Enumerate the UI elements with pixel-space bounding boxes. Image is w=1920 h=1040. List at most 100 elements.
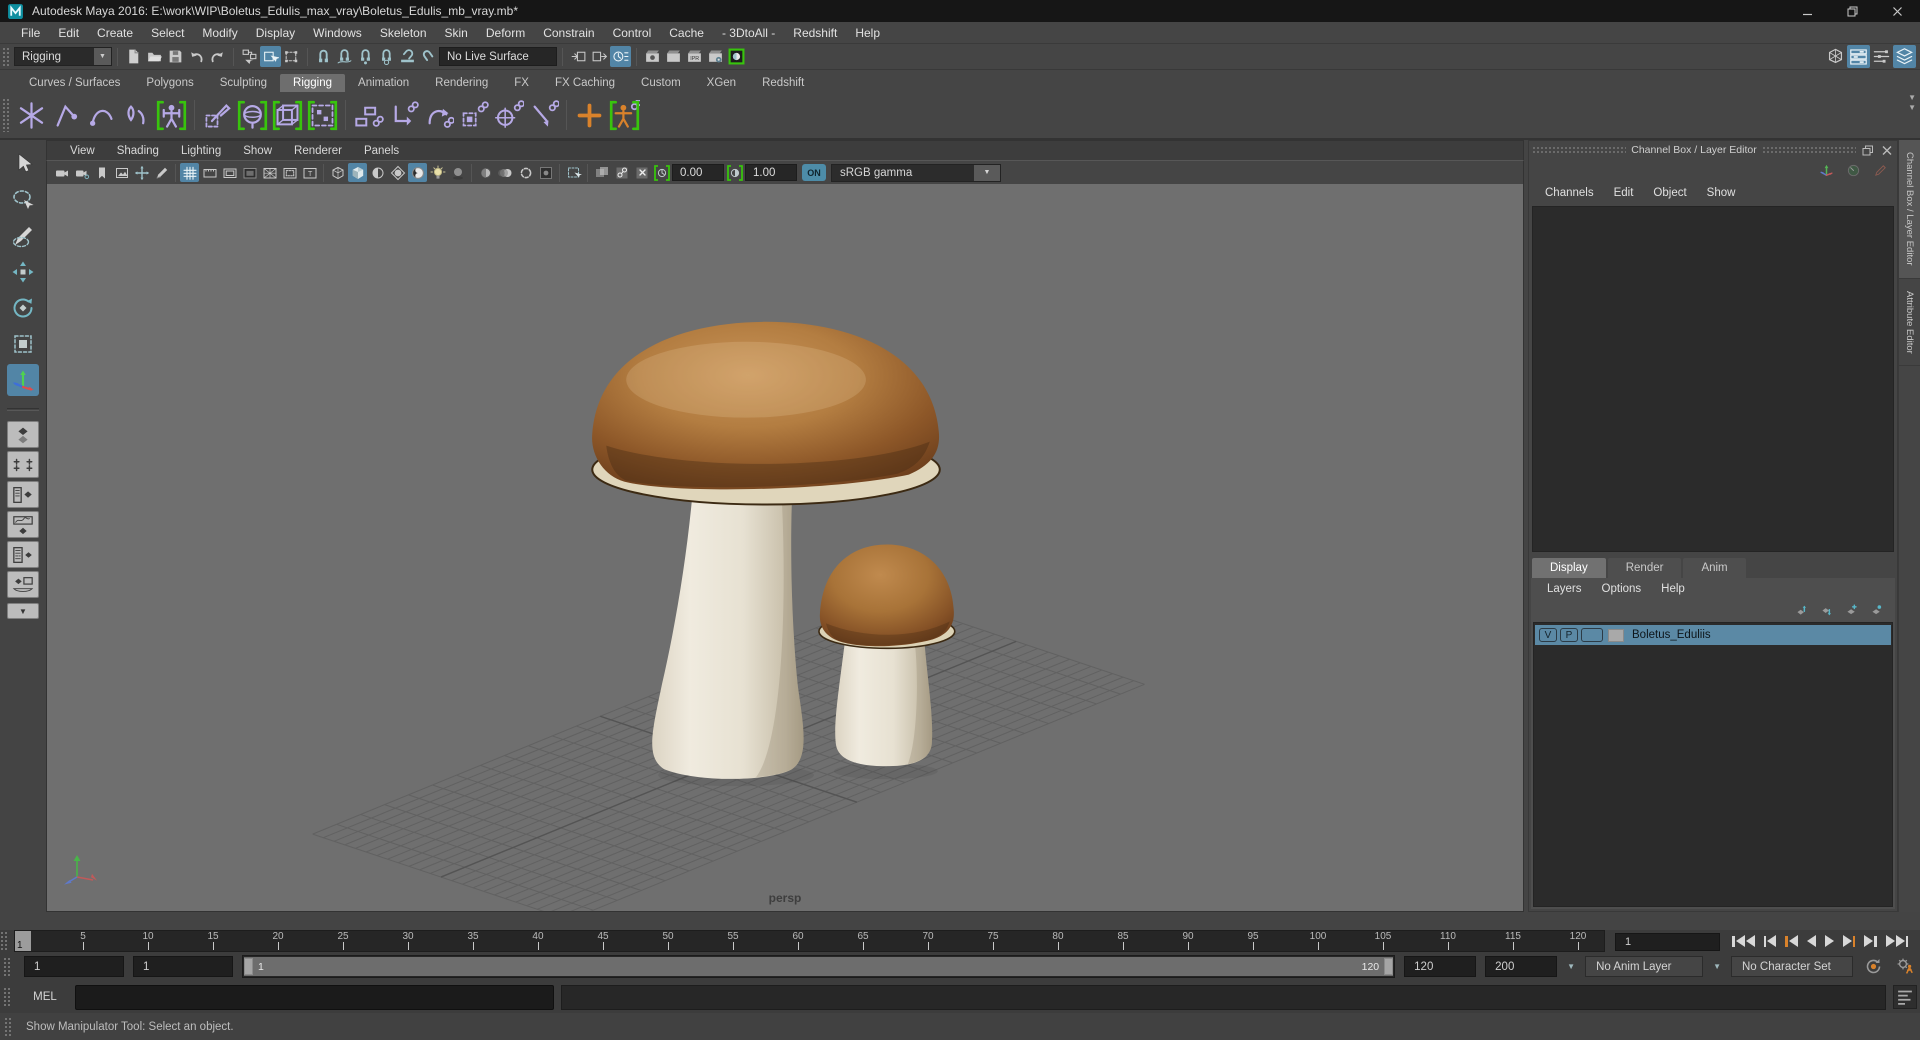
- layer-editor-tab-display[interactable]: Display: [1532, 558, 1606, 578]
- open-scene-icon[interactable]: [144, 46, 165, 67]
- step-back-key-icon[interactable]: [1783, 934, 1800, 948]
- close-panel-icon[interactable]: [1880, 144, 1894, 157]
- shelf-ik-handle-icon[interactable]: [49, 95, 84, 135]
- character-set-field[interactable]: No Character Set: [1731, 956, 1853, 977]
- layer-editor-tab-anim[interactable]: Anim: [1683, 558, 1746, 578]
- layer-display-type-toggle[interactable]: [1581, 628, 1603, 642]
- persp-outliner-layout[interactable]: [7, 481, 39, 508]
- use-all-lights-icon[interactable]: [368, 163, 387, 182]
- shelf-tab-curves-surfaces[interactable]: Curves / Surfaces: [16, 74, 133, 92]
- show-manipulator-tool[interactable]: [7, 364, 39, 396]
- single-pane-layout[interactable]: [7, 421, 39, 448]
- range-start-handle[interactable]: [244, 958, 253, 975]
- isolate-select-icon[interactable]: [564, 163, 583, 182]
- menu-help[interactable]: Help: [846, 26, 889, 40]
- paint-selection-tool[interactable]: [7, 220, 39, 252]
- new-scene-icon[interactable]: [123, 46, 144, 67]
- layout-shortcuts-dropdown[interactable]: ▼: [7, 603, 39, 619]
- image-plane-icon[interactable]: [112, 163, 131, 182]
- modeling-toolkit-icon[interactable]: [1824, 45, 1847, 68]
- input-connections-icon[interactable]: [568, 46, 589, 67]
- move-layer-down-icon[interactable]: [1818, 603, 1835, 618]
- select-object-icon[interactable]: [260, 46, 281, 67]
- shelf-orient-constraint-icon[interactable]: [421, 95, 456, 135]
- drag-handle[interactable]: [3, 956, 12, 977]
- motion-blur-icon[interactable]: [496, 163, 515, 182]
- select-tool[interactable]: [7, 148, 39, 180]
- grease-pencil-icon[interactable]: [152, 163, 171, 182]
- lasso-tool[interactable]: [7, 184, 39, 216]
- scale-tool[interactable]: [7, 328, 39, 360]
- render-view-icon[interactable]: [642, 46, 663, 67]
- range-slider-track[interactable]: 1 120: [242, 955, 1396, 978]
- side-tab-attribute-editor[interactable]: Attribute Editor: [1899, 279, 1920, 367]
- animation-preferences-icon[interactable]: [1894, 955, 1917, 978]
- current-time-marker[interactable]: 1: [15, 931, 31, 951]
- persp-uv-layout[interactable]: [7, 571, 39, 598]
- shelf-ik-spline-handle-icon[interactable]: [84, 95, 119, 135]
- channel-list-empty[interactable]: [1532, 206, 1894, 552]
- viewport-menu-renderer[interactable]: Renderer: [283, 145, 353, 157]
- camera-icon[interactable]: [52, 163, 71, 182]
- ipr-render-icon[interactable]: IPR: [684, 46, 705, 67]
- shelf-add-influence-icon[interactable]: [572, 95, 607, 135]
- menu-constrain[interactable]: Constrain: [534, 26, 603, 40]
- menu-windows[interactable]: Windows: [304, 26, 371, 40]
- play-backwards-icon[interactable]: [1805, 934, 1818, 948]
- layer-visibility-toggle[interactable]: V: [1539, 628, 1557, 642]
- go-to-start-icon[interactable]: [1730, 934, 1757, 948]
- shelf-aim-constraint-icon[interactable]: [491, 95, 526, 135]
- shelf-overflow-arrows[interactable]: ▼ ▼: [1908, 94, 1916, 112]
- viewport-menu-panels[interactable]: Panels: [353, 145, 410, 157]
- xray-joints-icon[interactable]: [612, 163, 631, 182]
- drag-handle[interactable]: [1761, 146, 1856, 154]
- auto-keyframe-icon[interactable]: [1862, 955, 1885, 978]
- film-gate-icon[interactable]: [200, 163, 219, 182]
- script-editor-icon[interactable]: [1893, 985, 1917, 1009]
- maximize-button[interactable]: [1830, 0, 1875, 22]
- make-live-icon[interactable]: [418, 46, 439, 67]
- wireframe-icon[interactable]: [328, 163, 347, 182]
- move-tool[interactable]: [7, 256, 39, 288]
- grid-icon[interactable]: [180, 163, 199, 182]
- range-end-handle[interactable]: [1384, 958, 1394, 975]
- viewport-3d-view[interactable]: persp: [46, 184, 1524, 912]
- two-d-pan-zoom-icon[interactable]: [132, 163, 151, 182]
- select-component-icon[interactable]: [281, 46, 302, 67]
- menu-deform[interactable]: Deform: [477, 26, 534, 40]
- play-forwards-icon[interactable]: [1823, 934, 1836, 948]
- shelf-create-joint-icon[interactable]: [14, 95, 49, 135]
- layer-playback-toggle[interactable]: P: [1560, 628, 1578, 642]
- manipulator-icon[interactable]: [1817, 161, 1835, 179]
- chevron-down-icon[interactable]: ▼: [1566, 962, 1576, 971]
- layer-color-swatch[interactable]: [1608, 628, 1624, 642]
- shelf-bind-skin-icon[interactable]: [235, 95, 270, 135]
- safe-action-icon[interactable]: [280, 163, 299, 182]
- channel-box-menu-object[interactable]: Object: [1643, 187, 1696, 199]
- new-empty-layer-icon[interactable]: [1843, 603, 1860, 618]
- snap-grid-icon[interactable]: [313, 46, 334, 67]
- shelf-tab-animation[interactable]: Animation: [345, 74, 422, 92]
- shelf-geodesic-voxel-bind-icon[interactable]: [270, 95, 305, 135]
- save-scene-icon[interactable]: [165, 46, 186, 67]
- menu-skeleton[interactable]: Skeleton: [371, 26, 436, 40]
- menu-create[interactable]: Create: [88, 26, 142, 40]
- lighting-icon[interactable]: [428, 163, 447, 182]
- chevron-down-icon[interactable]: ▼: [1712, 962, 1722, 971]
- layer-editor-menu-options[interactable]: Options: [1592, 583, 1652, 595]
- xray-active-icon[interactable]: [632, 163, 651, 182]
- channel-box-menu-channels[interactable]: Channels: [1535, 187, 1604, 199]
- step-back-frame-icon[interactable]: [1762, 934, 1779, 948]
- channel-box-menu-edit[interactable]: Edit: [1604, 187, 1644, 199]
- layer-editor-menu-help[interactable]: Help: [1651, 583, 1695, 595]
- shelf-tab-custom[interactable]: Custom: [628, 74, 694, 92]
- menu-redshift[interactable]: Redshift: [784, 26, 846, 40]
- channel-box-icon[interactable]: [1893, 45, 1916, 68]
- render-settings-icon[interactable]: [705, 46, 726, 67]
- gate-mask-icon[interactable]: [240, 163, 259, 182]
- drag-handle[interactable]: [3, 987, 12, 1007]
- command-line-input[interactable]: [75, 984, 554, 1010]
- menu-modify[interactable]: Modify: [193, 26, 246, 40]
- viewport-menu-show[interactable]: Show: [232, 145, 283, 157]
- menu-set-dropdown[interactable]: Rigging ▼: [14, 47, 112, 66]
